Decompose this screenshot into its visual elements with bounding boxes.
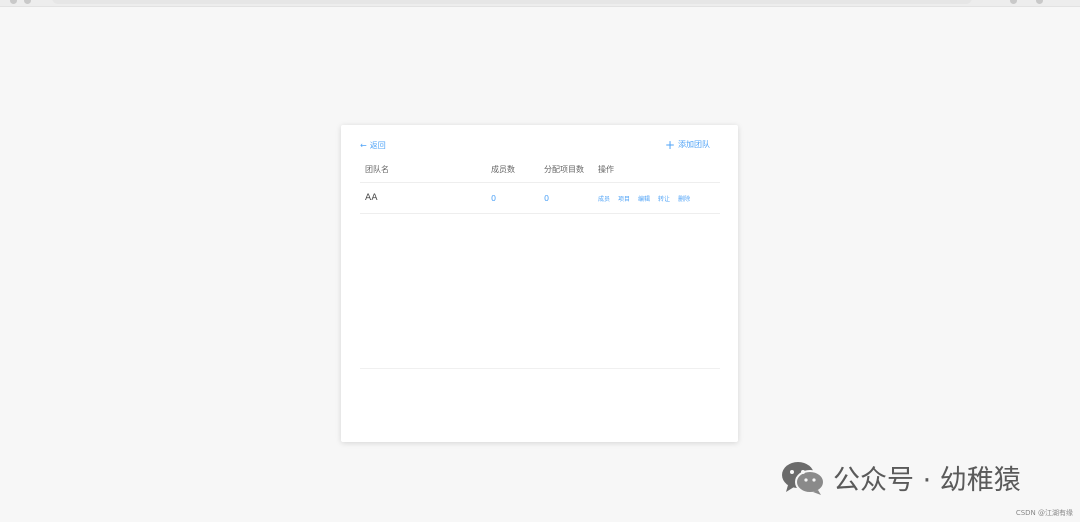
header-actions: 操作 xyxy=(598,165,614,174)
header-member-count: 成员数 xyxy=(491,165,515,174)
wechat-icon xyxy=(782,461,825,495)
back-nav-icon[interactable] xyxy=(10,0,17,4)
team-card: ← 返回 + 添加团队 团队名 成员数 分配项目数 操作 AA 0 0 成员 项… xyxy=(341,125,738,442)
add-team-button[interactable]: + 添加团队 xyxy=(664,137,710,152)
watermark: 公众号 · 幼稚猿 xyxy=(781,458,1021,497)
project-count-link[interactable]: 0 xyxy=(544,183,549,213)
members-action[interactable]: 成员 xyxy=(598,194,610,203)
team-name-cell: AA xyxy=(365,193,378,203)
transfer-action[interactable]: 转让 xyxy=(658,194,670,203)
projects-action[interactable]: 项目 xyxy=(618,194,630,203)
back-label: 返回 xyxy=(369,141,386,150)
credit-text: CSDN @江湖有缘 xyxy=(1015,509,1073,517)
add-team-label: 添加团队 xyxy=(678,140,710,149)
watermark-text: 公众号 · 幼稚猿 xyxy=(833,465,1021,496)
menu-icon[interactable] xyxy=(1036,0,1043,4)
header-project-count: 分配项目数 xyxy=(544,165,584,174)
plus-icon: + xyxy=(664,137,675,152)
back-link[interactable]: ← 返回 xyxy=(360,140,386,151)
arrow-left-icon: ← xyxy=(360,141,367,150)
delete-action[interactable]: 删除 xyxy=(678,194,690,203)
extension-icon[interactable] xyxy=(1010,0,1017,4)
address-bar[interactable] xyxy=(52,0,972,4)
table-header: 团队名 成员数 分配项目数 操作 xyxy=(360,157,720,183)
edit-action[interactable]: 编辑 xyxy=(638,194,650,203)
action-links: 成员 项目 编辑 转让 删除 xyxy=(598,183,690,213)
browser-toolbar xyxy=(0,0,1080,7)
member-count-link[interactable]: 0 xyxy=(491,183,496,213)
team-table: 团队名 成员数 分配项目数 操作 AA 0 0 成员 项目 编辑 转让 删除 xyxy=(360,157,720,214)
table-bottom-divider xyxy=(360,368,720,369)
header-team-name: 团队名 xyxy=(365,165,389,174)
table-row: AA 0 0 成员 项目 编辑 转让 删除 xyxy=(360,183,720,214)
forward-nav-icon[interactable] xyxy=(24,0,31,4)
